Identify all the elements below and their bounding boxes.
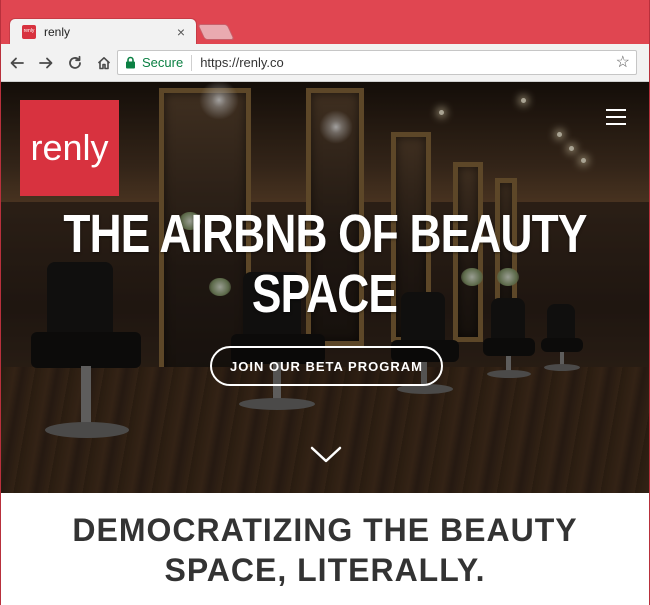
headline-line-1: THE AIRBNB OF BEAUTY [63, 204, 587, 264]
new-tab-button[interactable] [197, 24, 235, 40]
reload-icon [69, 55, 81, 69]
logo-text: renly [30, 127, 109, 168]
forward-button[interactable] [33, 50, 59, 76]
forward-arrow-icon [39, 57, 53, 68]
join-beta-button[interactable]: JOIN OUR BETA PROGRAM [210, 346, 443, 386]
hamburger-menu-icon[interactable] [606, 109, 626, 125]
url-text[interactable]: https://renly.co [200, 55, 615, 70]
secure-label: Secure [142, 55, 184, 70]
tab-title: renly [44, 24, 71, 39]
star-icon[interactable]: ☆ [616, 54, 630, 71]
tagline-line-1: DEMOCRATIZING THE BEAUTY [72, 512, 578, 548]
tab-renly[interactable]: renly renly × [9, 18, 197, 44]
tagline-line-2: SPACE, LITERALLY. [164, 552, 486, 588]
address-bar[interactable]: Secure https://renly.co ☆ [117, 50, 637, 75]
hero-headline: THE AIRBNB OF BEAUTY SPACE [1, 204, 649, 324]
renly-logo[interactable]: renly [20, 100, 119, 196]
back-button[interactable] [4, 50, 30, 76]
browser-toolbar: Secure https://renly.co ☆ [1, 44, 649, 82]
hero-section: renly THE AIRBNB OF BEAUTY SPACE JOIN OU… [1, 82, 649, 493]
reload-button[interactable] [62, 50, 88, 76]
page-viewport[interactable]: renly THE AIRBNB OF BEAUTY SPACE JOIN OU… [0, 82, 650, 605]
headline-line-2: SPACE [252, 264, 398, 324]
favicon-text: renly [23, 28, 35, 34]
chevron-down-icon[interactable] [310, 446, 342, 464]
address-separator [191, 54, 193, 71]
home-icon [97, 56, 111, 69]
favicon-icon: renly [22, 24, 36, 39]
tab-strip: renly renly × [1, 0, 650, 44]
browser-chrome: renly renly × Secure https://renly.co ☆ [0, 0, 650, 82]
section-tagline: DEMOCRATIZING THE BEAUTY SPACE, LITERALL… [1, 510, 649, 590]
home-button[interactable] [91, 50, 117, 76]
tab-close-icon[interactable]: × [174, 25, 188, 39]
lock-icon [124, 56, 136, 70]
back-arrow-icon [10, 57, 24, 68]
